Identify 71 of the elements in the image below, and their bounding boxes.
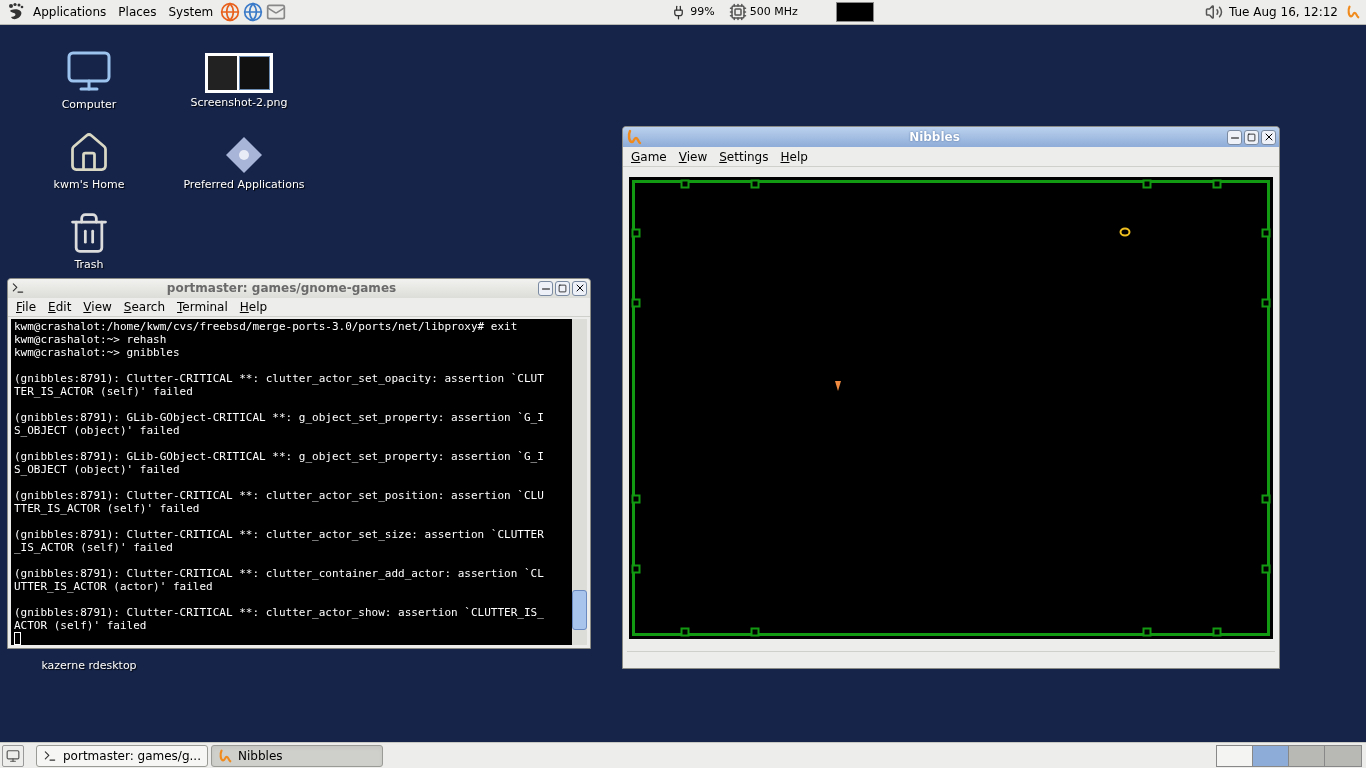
cpu-icon <box>728 3 747 21</box>
squiggle-icon <box>218 748 232 763</box>
terminal-cursor <box>14 632 21 645</box>
squiggle-icon <box>626 129 642 145</box>
minimize-button[interactable] <box>1227 129 1242 145</box>
desktop-icon-label[interactable]: Trash <box>74 257 104 274</box>
terminal-line: kwm@crashalot:~> rehash <box>14 333 168 346</box>
desktop-icon-label[interactable]: kwm's Home <box>53 177 125 194</box>
desktop-icon-label[interactable]: Computer <box>61 97 117 114</box>
close-button[interactable] <box>1261 129 1276 145</box>
terminal-line: (gnibbles:8791): Clutter-CRITICAL **: clutter_actor_set_opacity: assertion `CLUT <box>14 372 545 385</box>
mail-icon[interactable] <box>266 2 287 22</box>
menu-item[interactable]: File <box>12 298 41 316</box>
menu-item[interactable]: Settings <box>715 147 773 166</box>
terminal-line: S_OBJECT (object)' failed <box>14 463 181 476</box>
taskbar-button[interactable]: portmaster: games/g... <box>36 744 208 767</box>
desktop-icon-label[interactable]: kazerne rdesktop <box>41 658 137 675</box>
maximize-button[interactable] <box>555 281 570 296</box>
terminal-icon <box>11 281 25 296</box>
clock[interactable]: Tue Aug 16, 12:12 <box>1228 3 1338 21</box>
menu-item[interactable]: Edit <box>44 298 76 316</box>
maximize-button[interactable] <box>1244 129 1259 145</box>
terminal-line: (gnibbles:8791): Clutter-CRITICAL **: clutter_actor_show: assertion `CLUTTER_IS_ <box>14 606 545 619</box>
show-desktop-button[interactable] <box>2 744 24 767</box>
terminal-line: UTTER_IS_ACTOR (actor)' failed <box>14 580 214 593</box>
system-monitor-graph <box>835 2 874 22</box>
panel-menu[interactable]: Applications <box>28 3 112 21</box>
terminal-line: kwm@crashalot:/home/kwm/cvs/freebsd/merge-ports-3.0/ports/net/libproxy# exit <box>14 320 519 333</box>
menu-item[interactable]: Search <box>119 298 170 316</box>
terminal-line: (gnibbles:8791): Clutter-CRITICAL **: clutter_container_add_actor: assertion `CL <box>14 567 545 580</box>
terminal-line: TER_IS_ACTOR (self)' failed <box>14 385 194 398</box>
ring-icon <box>1119 227 1131 237</box>
workspace-switcher[interactable] <box>1216 744 1362 767</box>
menu-item[interactable]: Help <box>235 298 272 316</box>
maximize-icon <box>558 284 567 293</box>
menu-item[interactable]: View <box>674 147 712 166</box>
terminal-line: S_OBJECT (object)' failed <box>14 424 181 437</box>
window-title: portmaster: games/gnome-games <box>165 280 398 298</box>
globe-icon[interactable] <box>243 2 264 22</box>
panel-menu[interactable]: Places <box>113 3 162 21</box>
terminal-line: (gnibbles:8791): GLib-GObject-CRITICAL **: g_object_set_property: assertion `G_I <box>14 411 545 424</box>
maximize-icon <box>1247 132 1256 142</box>
terminal-line: kwm@crashalot:~> gnibbles <box>14 346 181 359</box>
diamond-icon <box>224 135 264 175</box>
terminal-line: (gnibbles:8791): Clutter-CRITICAL **: clutter_actor_set_size: assertion `CLUTTER <box>14 528 545 541</box>
taskbar-button[interactable]: Nibbles <box>211 744 383 767</box>
menu-item[interactable]: Terminal <box>173 298 232 316</box>
terminal-line: (gnibbles:8791): Clutter-CRITICAL **: clutter_actor_set_position: assertion `CLU <box>14 489 545 502</box>
monitor-icon <box>6 748 20 763</box>
terminal-line: TTER_IS_ACTOR (self)' failed <box>14 502 201 515</box>
minimize-button[interactable] <box>538 281 553 296</box>
image-thumbnail <box>205 53 273 93</box>
menu-item[interactable]: View <box>79 298 116 316</box>
panel-menu[interactable]: System <box>163 3 219 21</box>
battery-level: 99% <box>690 3 715 20</box>
menu-item[interactable]: Game <box>627 147 671 166</box>
terminal-line: ACTOR (self)' failed <box>14 619 148 632</box>
desktop-icon-label[interactable]: Preferred Applications <box>183 177 305 194</box>
scrollbar[interactable] <box>572 319 587 645</box>
squiggle-icon <box>1346 4 1360 20</box>
terminal-line: (gnibbles:8791): GLib-GObject-CRITICAL **: g_object_set_property: assertion `G_I <box>14 450 545 463</box>
terminal-line: _IS_ACTOR (self)' failed <box>14 541 174 554</box>
menu-item[interactable]: Help <box>776 147 812 166</box>
close-button[interactable] <box>572 281 587 296</box>
desktop-icon-label[interactable]: Screenshot-2.png <box>190 95 288 112</box>
terminal-icon <box>43 748 57 763</box>
cpu-frequency: 500 MHz <box>749 3 798 20</box>
volume-icon[interactable] <box>1204 3 1223 21</box>
foot-logo-icon[interactable] <box>6 2 26 22</box>
window-title: Nibbles <box>908 129 961 146</box>
worm-icon <box>835 380 841 392</box>
